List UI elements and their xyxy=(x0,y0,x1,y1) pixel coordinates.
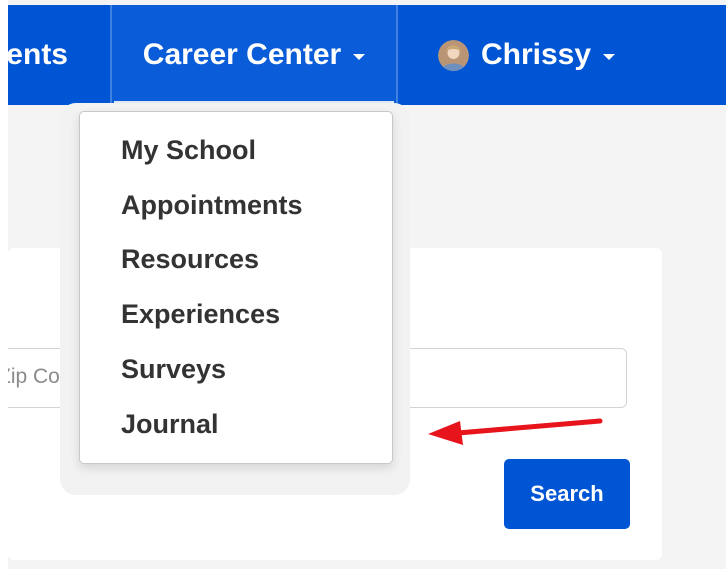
menu-item-appointments[interactable]: Appointments xyxy=(121,185,303,225)
nav-career-center-label: Career Center xyxy=(142,38,342,71)
search-button-label: Search xyxy=(530,481,604,506)
menu-item-resources[interactable]: Resources xyxy=(121,239,259,279)
nav-students[interactable]: Students xyxy=(4,5,68,105)
user-name-label: Chrissy xyxy=(481,38,592,71)
career-center-dropdown-menu: My School Appointments Resources Experie… xyxy=(79,111,393,464)
menu-item-experiences[interactable]: Experiences xyxy=(121,294,280,334)
annotation-arrow-icon xyxy=(428,418,603,445)
avatar xyxy=(438,39,469,71)
menu-item-journal[interactable]: Journal xyxy=(121,404,219,444)
menu-item-surveys[interactable]: Surveys xyxy=(121,349,226,389)
nav-career-center[interactable]: Career Center xyxy=(110,5,398,105)
nav-students-label: Students xyxy=(4,38,68,71)
menu-item-my-school[interactable]: My School xyxy=(121,130,256,170)
chevron-down-icon xyxy=(603,54,616,60)
search-button[interactable]: Search xyxy=(504,459,630,529)
top-navbar: Students Career Center Chrissy xyxy=(4,5,726,105)
chevron-down-icon xyxy=(353,54,366,60)
nav-user-menu[interactable]: Chrissy xyxy=(438,5,678,105)
